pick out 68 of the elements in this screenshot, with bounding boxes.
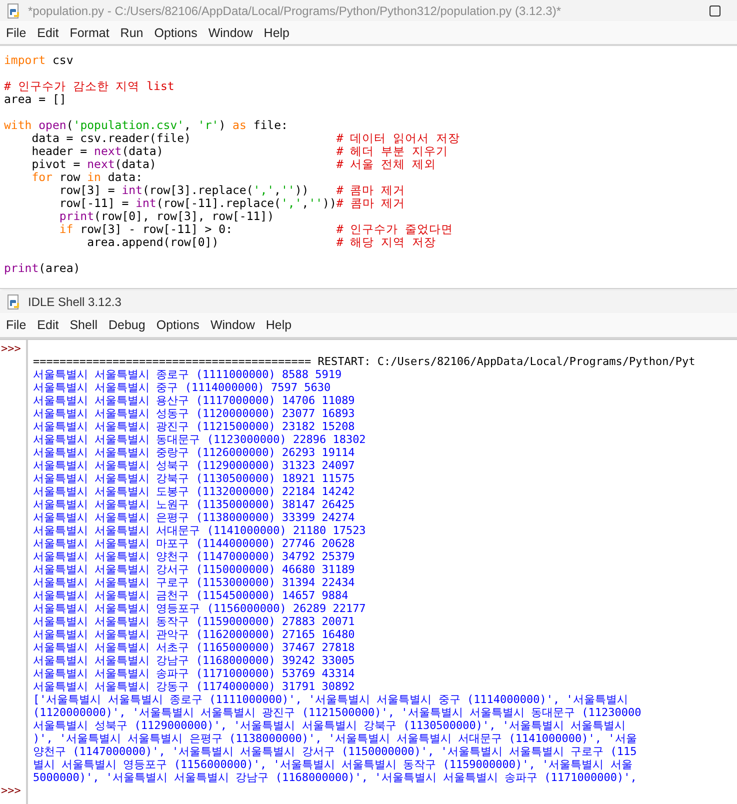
menu-item[interactable]: Debug: [106, 318, 154, 332]
output-line: 서울특별시 서울특별시 종로구 (1111000000) 8588 5919: [33, 368, 342, 381]
output-line: 서울특별시 서울특별시 서대문구 (1141000000) 21180 17523: [33, 524, 366, 537]
code-line: # 인구수가 감소한 지역 list: [4, 80, 176, 93]
output-line: 서울특별시 서울특별시 중구 (1114000000) 7597 5630: [33, 381, 331, 394]
code-line: if row[3] - row[-11] > 0: # 인구수가 줄었다면: [58, 223, 454, 236]
window-title: IDLE Shell 3.12.3: [28, 295, 122, 309]
output-line: 서울특별시 서울특별시 성동구 (1120000000) 23077 16893: [33, 407, 355, 420]
output-line: 서울특별시 서울특별시 동대문구 (1123000000) 22896 18302: [33, 433, 366, 446]
output-line: )', '서울특별시 서울특별시 은평구 (1138000000)', '서울특별시 서울특별시 서대문구 (1141000000)', '서울: [33, 732, 637, 745]
output-line: 서울특별시 서울특별시 노원구 (1135000000) 38147 26425: [33, 498, 355, 511]
output-line: 서울특별시 서울특별시 송파구 (1171000000) 53769 43314: [33, 667, 355, 680]
code-line: row[-11] = int(row[-11].replace(',',''))# 콤마 제거: [58, 197, 406, 210]
output-line: 서울특별시 서울특별시 동작구 (1159000000) 27883 20071: [33, 615, 355, 628]
output-line: (1120000000)', '서울특별시 서울특별시 광진구 (1121500000)', '서울특별시 서울특별시 동대문구 (11230000: [33, 706, 642, 719]
output-line: 서울특별시 서울특별시 강서구 (1150000000) 46680 31189: [33, 563, 355, 576]
code-line: print(row[0], row[3], row[-11]): [58, 210, 274, 223]
output-line: 서울특별시 서울특별시 양천구 (1147000000) 34792 25379: [33, 550, 355, 563]
menu-item[interactable]: File: [4, 26, 36, 40]
output-line: 서울특별시 서울특별시 은평구 (1138000000) 33399 24274: [33, 511, 355, 524]
output-line: 별시 서울특별시 영등포구 (1156000000)', '서울특별시 서울특별시 동작구 (1159000000)', '서울특별시 서울: [33, 758, 632, 771]
output-line: 5000000)', '서울특별시 서울특별시 강남구 (1168000000)', '서울특별시 서울특별시 송파구 (1171000000)',: [33, 771, 637, 784]
output-line: 서울특별시 서울특별시 광진구 (1121500000) 23182 15208: [33, 420, 355, 433]
output-line: 서울특별시 성북구 (1129000000)', '서울특별시 서울특별시 강북구 (1130500000)', '서울특별시 서울특별시: [33, 719, 626, 732]
menu-item[interactable]: Window: [206, 26, 262, 40]
code-line: header = next(data) # 헤더 부분 지우기: [30, 145, 450, 158]
menu-item[interactable]: Shell: [68, 318, 106, 332]
menu-item[interactable]: Edit: [35, 26, 68, 40]
output-line: 서울특별시 서울특별시 마포구 (1144000000) 27746 20628: [33, 537, 355, 550]
menu-item[interactable]: File: [4, 318, 36, 332]
output-line: 서울특별시 서울특별시 성북구 (1129000000) 31323 24097: [33, 459, 355, 472]
menu-item[interactable]: Run: [118, 26, 152, 40]
window-title: *population.py - C:/Users/82106/AppData/Local/Programs/Python/Python312/population.py (3.12.3)*: [28, 4, 561, 18]
menu-item[interactable]: Format: [68, 26, 118, 40]
code-line: import csv: [4, 54, 74, 67]
code-line: print(area): [4, 262, 82, 275]
output-line: 서울특별시 서울특별시 도봉구 (1132000000) 22184 14242: [33, 485, 355, 498]
shell-prompt: >>>: [0, 784, 21, 797]
menu-item[interactable]: Window: [208, 318, 264, 332]
menu-item[interactable]: Edit: [35, 318, 68, 332]
output-line: ['서울특별시 서울특별시 종로구 (1111000000)', '서울특별시 서울특별시 중구 (1114000000)', '서울특별시: [33, 693, 628, 706]
output-line: 서울특별시 서울특별시 강남구 (1168000000) 39242 33005: [33, 654, 355, 667]
output-line: 양천구 (1147000000)', '서울특별시 서울특별시 강서구 (1150000000)', '서울특별시 서울특별시 구로구 (115: [33, 745, 637, 758]
output-line: 서울특별시 서울특별시 강동구 (1174000000) 31791 30892: [33, 680, 355, 693]
output-line: 서울특별시 서울특별시 영등포구 (1156000000) 26289 22177: [33, 602, 366, 615]
restart-line: ========================================== RESTART: C:/Users/82106/AppData/Local/Programs/Python/Pyt: [33, 355, 696, 368]
output-line: 서울특별시 서울특별시 용산구 (1117000000) 14706 11089: [33, 394, 355, 407]
maximize-icon[interactable]: [709, 5, 721, 17]
output-line: 서울특별시 서울특별시 강북구 (1130500000) 18921 11575: [33, 472, 355, 485]
menu-item[interactable]: Help: [264, 318, 301, 332]
menu-item[interactable]: Options: [152, 26, 206, 40]
output-line: 서울특별시 서울특별시 관악구 (1162000000) 27165 16480: [33, 628, 355, 641]
code-line: data = csv.reader(file) # 데이터 읽어서 저장: [30, 132, 462, 145]
menu-item[interactable]: Help: [262, 26, 299, 40]
python-file-icon: [6, 294, 22, 310]
shell-prompt: >>>: [0, 342, 21, 355]
output-line: 서울특별시 서울특별시 서초구 (1165000000) 37467 27818: [33, 641, 355, 654]
output-line: 서울특별시 서울특별시 구로구 (1153000000) 31394 22434: [33, 576, 355, 589]
output-line: 서울특별시 서울특별시 금천구 (1154500000) 14657 9884: [33, 589, 348, 602]
code-line: pivot = next(data) # 서울 전체 제외: [30, 158, 438, 171]
code-line: for row in data:: [30, 171, 144, 184]
code-line: area.append(row[0]) # 해당 지역 저장: [86, 236, 438, 249]
code-line: area = []: [4, 93, 68, 106]
code-line: row[3] = int(row[3].replace(',','')) # 콤마 제거: [58, 184, 406, 197]
code-line: with open('population.csv', 'r') as file:: [4, 119, 289, 132]
python-file-icon: [6, 2, 22, 19]
output-line: 서울특별시 서울특별시 중랑구 (1126000000) 26293 19114: [33, 446, 355, 459]
menu-item[interactable]: Options: [154, 318, 208, 332]
